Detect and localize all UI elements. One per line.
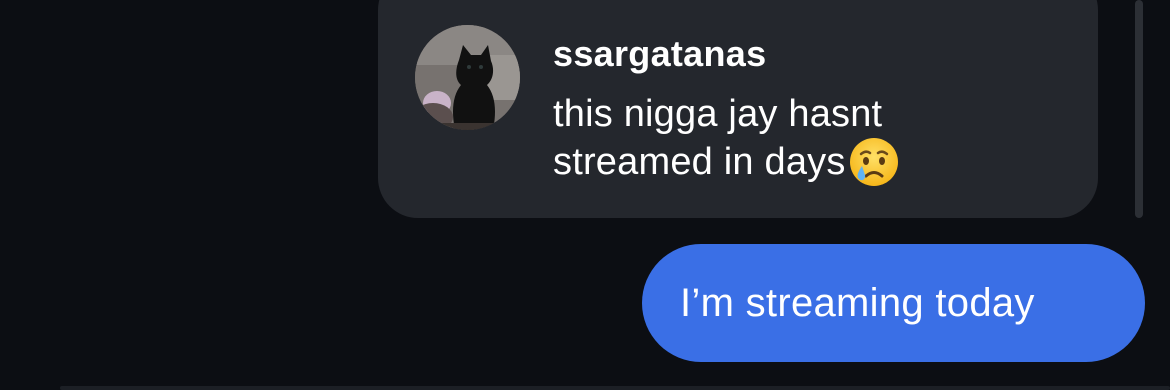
incoming-message-text: this nigga jay hasnt streamed in days <box>553 92 973 188</box>
chat-thread: ssargatanas this nigga jay hasnt streame… <box>0 0 1170 390</box>
crying-face-icon <box>849 138 898 186</box>
incoming-message-bubble[interactable]: ssargatanas this nigga jay hasnt streame… <box>378 0 1098 218</box>
sender-name: ssargatanas <box>553 33 767 74</box>
outgoing-message-bubble[interactable]: I’m streaming today <box>642 244 1145 362</box>
divider <box>60 386 1170 390</box>
scrollbar[interactable] <box>1135 0 1143 218</box>
avatar[interactable] <box>415 25 520 130</box>
incoming-message-content: this nigga jay hasnt streamed in days <box>553 93 883 183</box>
outgoing-message-text: I’m streaming today <box>680 281 1035 325</box>
kitten-avatar-image <box>415 25 520 130</box>
